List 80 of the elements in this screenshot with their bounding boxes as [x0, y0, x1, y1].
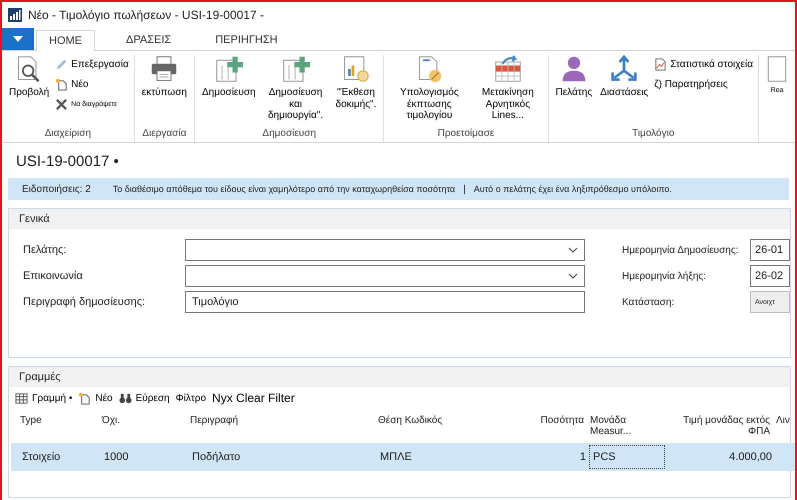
ribbon-button[interactable]: ζ) Παρατηρήσεις	[654, 75, 753, 93]
text-field[interactable]: Τιμολόγιο	[185, 291, 585, 313]
panel-header[interactable]: Γραμμές	[9, 367, 790, 387]
column-header[interactable]: Τιμή μονάδας εκτός ΦΠΑ	[663, 415, 773, 443]
separator: |	[463, 184, 466, 194]
ribbon-tab[interactable]: ΔΡΑΣΕΙΣ	[113, 29, 184, 50]
text-field[interactable]: 26-01	[750, 239, 790, 261]
app-logo-icon	[8, 8, 22, 22]
chart-document-icon	[654, 58, 668, 70]
column-header[interactable]: Μονάδα Measur...	[587, 415, 663, 443]
ribbon-group-label: Διαχείριση	[44, 128, 92, 141]
notification-count: Ειδοποιήσεις: 2	[22, 184, 91, 194]
ribbon-button[interactable]: Πελάτης	[554, 55, 594, 98]
table-cell-text: 4.000,00	[728, 451, 773, 463]
column-header[interactable]: Type	[17, 415, 99, 443]
report-chart-icon	[342, 55, 370, 83]
ribbon-button[interactable]: Μετακίνηση Αρνητικός Lines...	[473, 55, 542, 122]
column-header[interactable]: Λιν	[773, 415, 791, 443]
column-header[interactable]: Ποσότητα	[497, 415, 587, 443]
menu-button[interactable]	[2, 28, 34, 50]
field-label: Περιγραφή δημοσίευσης:	[22, 296, 146, 308]
column-header[interactable]: Όχι.	[99, 415, 187, 443]
column-header[interactable]: Περιγραφή	[187, 415, 375, 443]
person-icon	[560, 55, 588, 83]
field-label: Επικοινωνία	[22, 270, 84, 282]
document-plus-icon	[214, 55, 243, 83]
grid-icon	[15, 392, 28, 404]
table-cell-text: 1000	[103, 451, 130, 463]
three-arrows-icon	[610, 55, 638, 83]
ribbon-button[interactable]: Στατιστικά στοιχεία	[654, 55, 753, 73]
field-label: Πελάτης:	[22, 244, 68, 256]
page-title: USI-19-00017 •	[15, 152, 120, 172]
table-cell-text: Στοιχείο	[21, 451, 62, 463]
dropdown-field[interactable]	[185, 265, 585, 287]
printer-icon	[150, 55, 178, 83]
text-field[interactable]: 26-02	[750, 265, 790, 287]
chevron-down-icon	[568, 273, 578, 279]
notification-link[interactable]: Το διαθέσιμο απόθεμα του είδους είναι χαμηλότερο από την καταχωρηθείσα ποσότητα	[112, 184, 456, 194]
ribbon-button[interactable]: Επεξεργασία	[55, 55, 129, 73]
chevron-down-icon	[568, 247, 578, 253]
ribbon-group-label: Δημοσίευση	[261, 128, 318, 141]
table-cell-text: Ποδήλατο	[191, 451, 242, 463]
ribbon-group-label: Τιμολόγιο	[631, 128, 676, 141]
panel-header[interactable]: Γενικά	[9, 209, 790, 229]
toolbar-button[interactable]: Φίλτρο	[176, 392, 206, 404]
table-cell-text: 1	[578, 451, 587, 463]
ribbon-button[interactable]: Προβολή	[7, 55, 52, 98]
calendar-arrow-icon	[494, 55, 522, 83]
ribbon-group-label: Διεργασία	[141, 128, 188, 141]
toolbar-button[interactable]: Γραμμή •	[15, 392, 72, 404]
ribbon-button[interactable]: εκτύπωση	[140, 55, 189, 98]
ribbon-button[interactable]: "Έκθεση δοκιμής".	[333, 55, 378, 110]
delete-icon	[55, 98, 68, 110]
ribbon-button[interactable]: Δημοσίευση	[200, 55, 258, 98]
ribbon-tab[interactable]: ΠΕΡΙΗΓΗΣΗ	[202, 29, 291, 50]
new-document-icon	[78, 392, 92, 404]
window-title: Νέο - Τιμολόγιο πωλήσεων - USI-19-00017 -	[28, 8, 264, 22]
field-label: Κατάσταση:	[621, 296, 676, 308]
ribbon-button[interactable]: Διαστάσεις	[598, 55, 650, 98]
toolbar-button[interactable]: Νέο	[78, 392, 113, 404]
ribbon-button[interactable]: Νέο	[55, 75, 129, 93]
new-document-icon	[55, 78, 68, 90]
table-cell-text: ΜΠΛΕ	[379, 451, 413, 463]
toolbar-button[interactable]: Nyx Clear Filter	[212, 391, 295, 405]
column-header[interactable]: Θέση Κωδικός	[375, 415, 497, 443]
toolbar-button[interactable]: Εύρεση	[118, 392, 170, 404]
ribbon-button[interactable]: Υπολογισμός έκπτωσης τιμολογίου	[389, 55, 470, 122]
pencil-icon	[55, 58, 68, 70]
ribbon-group-label: Προετοίμασε	[436, 128, 496, 141]
binoculars-icon	[118, 392, 132, 404]
notification-link[interactable]: Αυτό ο πελάτης έχει ένα ληξιπρόθεσμο υπόλοιπο.	[474, 184, 672, 194]
table-row[interactable]: Στοιχείο 1000 Ποδήλατο ΜΠΛΕ 1 PCS 4.000,00	[11, 443, 795, 471]
field-label: Ημερομηνία Δημοσίευσης:	[621, 244, 740, 256]
field-label: Ημερομηνία λήξης:	[621, 270, 707, 282]
dropdown-field[interactable]	[185, 239, 585, 261]
table-cell: PCS	[589, 445, 665, 469]
caret-icon	[13, 36, 23, 42]
ribbon-button[interactable]: Δημοσίευση και δημιουργία".	[262, 55, 330, 122]
ribbon-tab[interactable]: HOME	[36, 30, 95, 51]
document-plus-icon	[282, 55, 310, 83]
